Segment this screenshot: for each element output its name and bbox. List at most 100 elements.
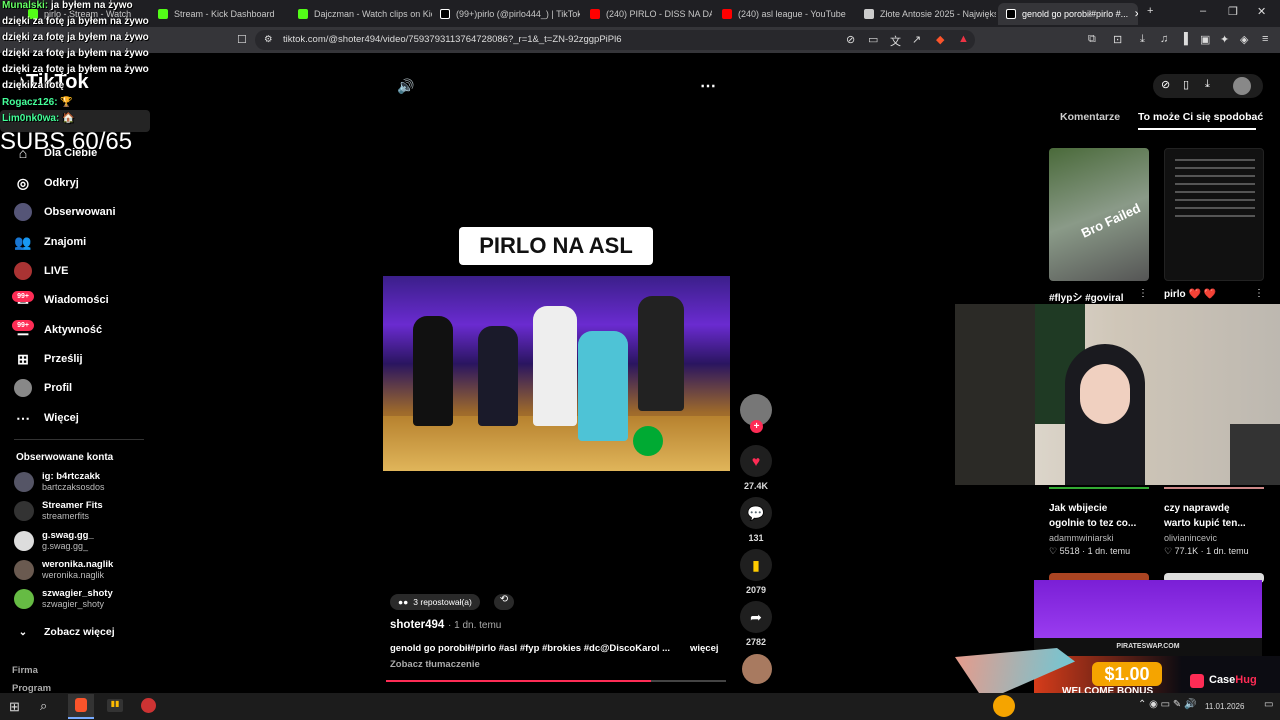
url-field[interactable]: ⚙ tiktok.com/@shoter494/video/7593793113… <box>255 30 975 50</box>
chat-text: 🏠 <box>62 113 75 124</box>
browser-tab[interactable]: (99+)pirlo (@pirlo444_) | TikTok <box>432 3 580 25</box>
video-player[interactable] <box>383 276 730 471</box>
live-icon <box>14 262 32 280</box>
leo-icon[interactable]: ✦ <box>1220 33 1229 46</box>
translate-icon[interactable]: 文 <box>890 33 901 49</box>
sidebar-item-label: Odkryj <box>44 177 79 189</box>
download-icon[interactable]: ⤓ <box>1205 78 1210 91</box>
page-icon <box>864 9 874 19</box>
close-window-icon[interactable]: ✕ <box>1257 5 1266 18</box>
sidebar-item-label: Aktywność <box>44 324 103 336</box>
wallet-icon[interactable]: ▣ <box>1200 33 1210 46</box>
sidebar-item-explore[interactable]: ◎ Odkryj <box>14 174 79 192</box>
card-author[interactable]: adammwiniarski <box>1049 533 1114 543</box>
followed-account[interactable]: szwagier_shoty szwagier_shoty <box>14 588 113 609</box>
notification-icon[interactable]: ▭ <box>1264 699 1273 710</box>
sidebar-item-label: Obserwowani <box>44 206 116 218</box>
card-more-icon[interactable]: ⋮ <box>1254 288 1264 299</box>
app-icon[interactable]: ▮▮ <box>107 699 123 712</box>
phone-icon[interactable]: ▯ <box>1183 78 1189 91</box>
followed-account[interactable]: weronika.naglik weronika.naglik <box>14 559 113 580</box>
card-meta: ♡ 5518 · 1 dn. temu <box>1049 546 1130 557</box>
chat-text: dzięki za fotę ja byłem na żywo <box>2 64 149 75</box>
translate-button[interactable]: Zobacz tłumaczenie <box>390 659 480 670</box>
chat-text: dzięki za fotę ja byłem na żywo <box>2 16 149 27</box>
top-actions: ⊘ ▯ ⤓ <box>1153 74 1263 98</box>
sidebar-item-upload[interactable]: ⊞ Prześlij <box>14 350 82 368</box>
screenshot-icon[interactable]: ⊡ <box>1113 33 1122 46</box>
new-tab-icon[interactable]: + <box>1147 5 1153 17</box>
ad-price: $1.00 <box>1092 662 1162 686</box>
search-icon[interactable]: ⌕ <box>40 698 47 714</box>
followed-account[interactable]: ig: b4rtczakk bartczaksosdos <box>14 471 105 492</box>
browser-tab[interactable]: Złote Antosie 2025 - Największ... <box>856 3 996 25</box>
site-info-icon[interactable]: ⚙ <box>264 30 273 50</box>
extensions-icon[interactable]: ⧉ <box>1088 33 1096 46</box>
close-tab-icon[interactable]: ✕ <box>1134 9 1138 20</box>
download-icon[interactable]: ⤓ <box>1140 33 1145 46</box>
sidebar-item-more[interactable]: ⋯ Więcej <box>14 409 79 427</box>
sidebar-item-profile[interactable]: Profil <box>14 379 72 397</box>
user-avatar[interactable] <box>1233 77 1251 95</box>
sidebar-item-friends[interactable]: 👥 Znajomi <box>14 233 86 251</box>
screen-icon[interactable]: ▭ <box>868 33 878 46</box>
minimize-icon[interactable]: – <box>1200 5 1206 17</box>
followed-account[interactable]: g.swag.gg_ g.swag.gg_ <box>14 530 94 551</box>
account-name: weronika.naglik <box>42 559 114 570</box>
avatar <box>14 588 34 609</box>
maximize-icon[interactable]: ❐ <box>1228 5 1238 18</box>
card-author[interactable]: olivianincevic <box>1164 533 1217 543</box>
video-title-overlay: PIRLO NA ASL <box>459 227 653 265</box>
sound-avatar[interactable] <box>742 654 772 684</box>
menu-icon[interactable]: ≡ <box>1262 33 1268 45</box>
browser-tab-active[interactable]: genold go porobił#pirlo #... ✕ <box>998 3 1138 25</box>
card-title[interactable]: Jak wbijecie ogolnie to tez co... <box>1049 501 1144 531</box>
sidebar-icon[interactable]: ▐ <box>1180 33 1188 45</box>
bookmark-button[interactable]: ▮ 2079 <box>740 549 772 595</box>
progress-track[interactable] <box>386 680 726 682</box>
follow-plus-icon[interactable]: + <box>750 420 763 433</box>
brave-rewards-icon[interactable]: ▲ <box>958 33 969 45</box>
volume-icon[interactable]: 🔊 <box>397 78 414 95</box>
avatar <box>14 559 34 580</box>
obs-icon[interactable] <box>141 698 156 713</box>
card-title[interactable]: czy naprawdę warto kupić ten... <box>1164 501 1259 531</box>
share-page-icon[interactable]: ↗ <box>912 33 921 46</box>
recommended-thumbnail[interactable] <box>1164 148 1264 281</box>
like-button[interactable]: ♥ 27.4K <box>740 445 772 491</box>
brave-icon <box>75 698 87 712</box>
brave-shield-icon[interactable]: ◆ <box>936 33 944 46</box>
sidebar-item-live[interactable]: LIVE <box>14 262 68 280</box>
compass-icon[interactable]: ⊘ <box>1161 78 1170 91</box>
repost-chip[interactable]: ●● 3 repostował(a) <box>390 594 480 610</box>
card-title[interactable]: pirlo ❤️ ❤️ <box>1164 289 1216 300</box>
sidebar-item-following[interactable]: Obserwowani <box>14 203 116 221</box>
tab-recommended[interactable]: To może Ci się spodobać <box>1138 111 1263 123</box>
comment-button[interactable]: 💬 131 <box>740 497 772 543</box>
more-options-icon[interactable]: ⋯ <box>700 76 716 96</box>
video-author[interactable]: shoter494 <box>390 619 444 631</box>
footer-link[interactable]: Firma <box>12 665 38 676</box>
tab-comments[interactable]: Komentarze <box>1060 111 1120 123</box>
tray-icons[interactable]: ⌃ ◉ ▭ ✎ 🔊 <box>1138 699 1197 710</box>
followed-account[interactable]: Streamer Fits streamerfits <box>14 500 103 521</box>
see-more-button[interactable]: ⌄ Zobacz więcej <box>14 623 115 641</box>
card-title[interactable]: #flypシ #goviral <box>1049 289 1123 304</box>
bookmark-icon[interactable]: ☐ <box>237 33 247 46</box>
card-more-icon[interactable]: ⋮ <box>1138 288 1148 299</box>
repost-icon[interactable]: ⟲ <box>494 594 514 610</box>
no-tracking-icon[interactable]: ⊘ <box>846 33 855 46</box>
browser-tab[interactable]: Dajczman - Watch clips on Kick <box>290 3 432 25</box>
music-icon[interactable]: ♫ <box>1160 33 1168 45</box>
browser-tab[interactable]: Stream - Kick Dashboard <box>150 3 290 25</box>
recommended-thumbnail[interactable]: Bro Failed <box>1049 148 1149 281</box>
browser-tab[interactable]: (240) PIRLO - DISS NA DA... <box>582 3 712 25</box>
vpn-icon[interactable]: ◈ <box>1240 33 1248 46</box>
share-button[interactable]: ➦ 2782 <box>740 601 772 647</box>
browser-tab[interactable]: (240) asl league - YouTube <box>714 3 854 25</box>
caption-more-button[interactable]: więcej <box>690 643 719 654</box>
sidebar-item-label: Wiadomości <box>44 294 109 306</box>
share-icon: ➦ <box>740 601 772 633</box>
windows-start-icon[interactable]: ⊞ <box>9 699 20 715</box>
share-count: 2782 <box>745 637 767 647</box>
